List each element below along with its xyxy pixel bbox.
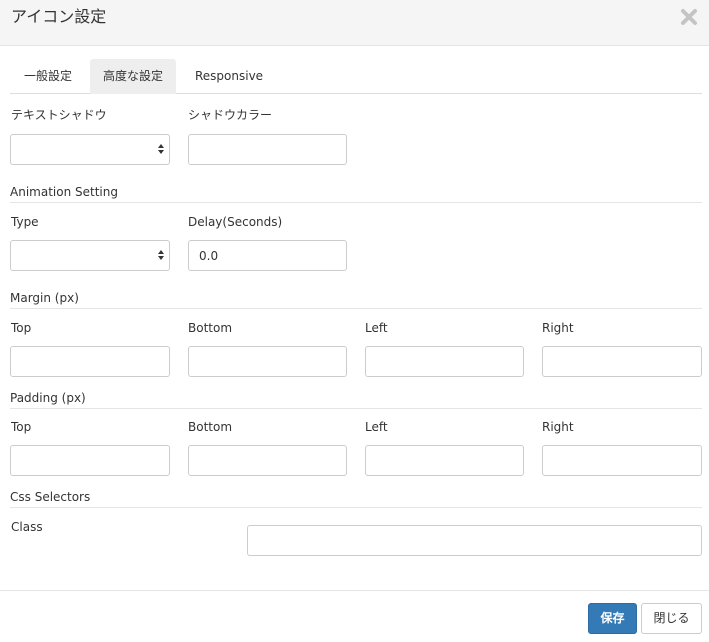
text-shadow-label: テキストシャドウ: [11, 108, 107, 122]
class-input[interactable]: [247, 525, 702, 556]
tab-bar: 一般設定 高度な設定 Responsive: [10, 59, 702, 94]
text-shadow-select[interactable]: [10, 134, 170, 165]
animation-delay-label: Delay(Seconds): [188, 215, 283, 229]
margin-right-label: Right: [542, 321, 574, 335]
margin-top-input[interactable]: [10, 346, 170, 377]
padding-left-input[interactable]: [365, 445, 524, 476]
margin-left-label: Left: [365, 321, 388, 335]
animation-section-title: Animation Setting: [10, 184, 702, 203]
footer-divider: [0, 590, 709, 591]
padding-bottom-input[interactable]: [188, 445, 347, 476]
margin-bottom-label: Bottom: [188, 321, 233, 335]
animation-delay-input[interactable]: [188, 240, 347, 271]
padding-right-input[interactable]: [542, 445, 702, 476]
close-icon[interactable]: [679, 7, 699, 27]
animation-type-select[interactable]: [10, 240, 170, 271]
dialog-title: アイコン設定: [11, 7, 107, 26]
close-button[interactable]: 閉じる: [641, 603, 702, 634]
tab-general[interactable]: 一般設定: [11, 59, 85, 94]
margin-right-input[interactable]: [542, 346, 702, 377]
padding-right-label: Right: [542, 420, 574, 434]
tab-advanced[interactable]: 高度な設定: [90, 59, 177, 94]
tab-responsive[interactable]: Responsive: [182, 59, 276, 94]
padding-section-title: Padding (px): [10, 390, 702, 409]
margin-left-input[interactable]: [365, 346, 524, 377]
padding-left-label: Left: [365, 420, 388, 434]
shadow-color-input[interactable]: [188, 134, 347, 165]
class-label: Class: [11, 520, 43, 534]
padding-top-input[interactable]: [10, 445, 170, 476]
dialog-header: アイコン設定: [0, 0, 709, 46]
save-button[interactable]: 保存: [588, 603, 637, 634]
css-section-title: Css Selectors: [10, 489, 702, 508]
shadow-color-label: シャドウカラー: [188, 108, 273, 122]
margin-top-label: Top: [11, 321, 32, 335]
padding-top-label: Top: [11, 420, 32, 434]
padding-bottom-label: Bottom: [188, 420, 233, 434]
margin-section-title: Margin (px): [10, 290, 702, 309]
margin-bottom-input[interactable]: [188, 346, 347, 377]
animation-type-label: Type: [11, 215, 39, 229]
